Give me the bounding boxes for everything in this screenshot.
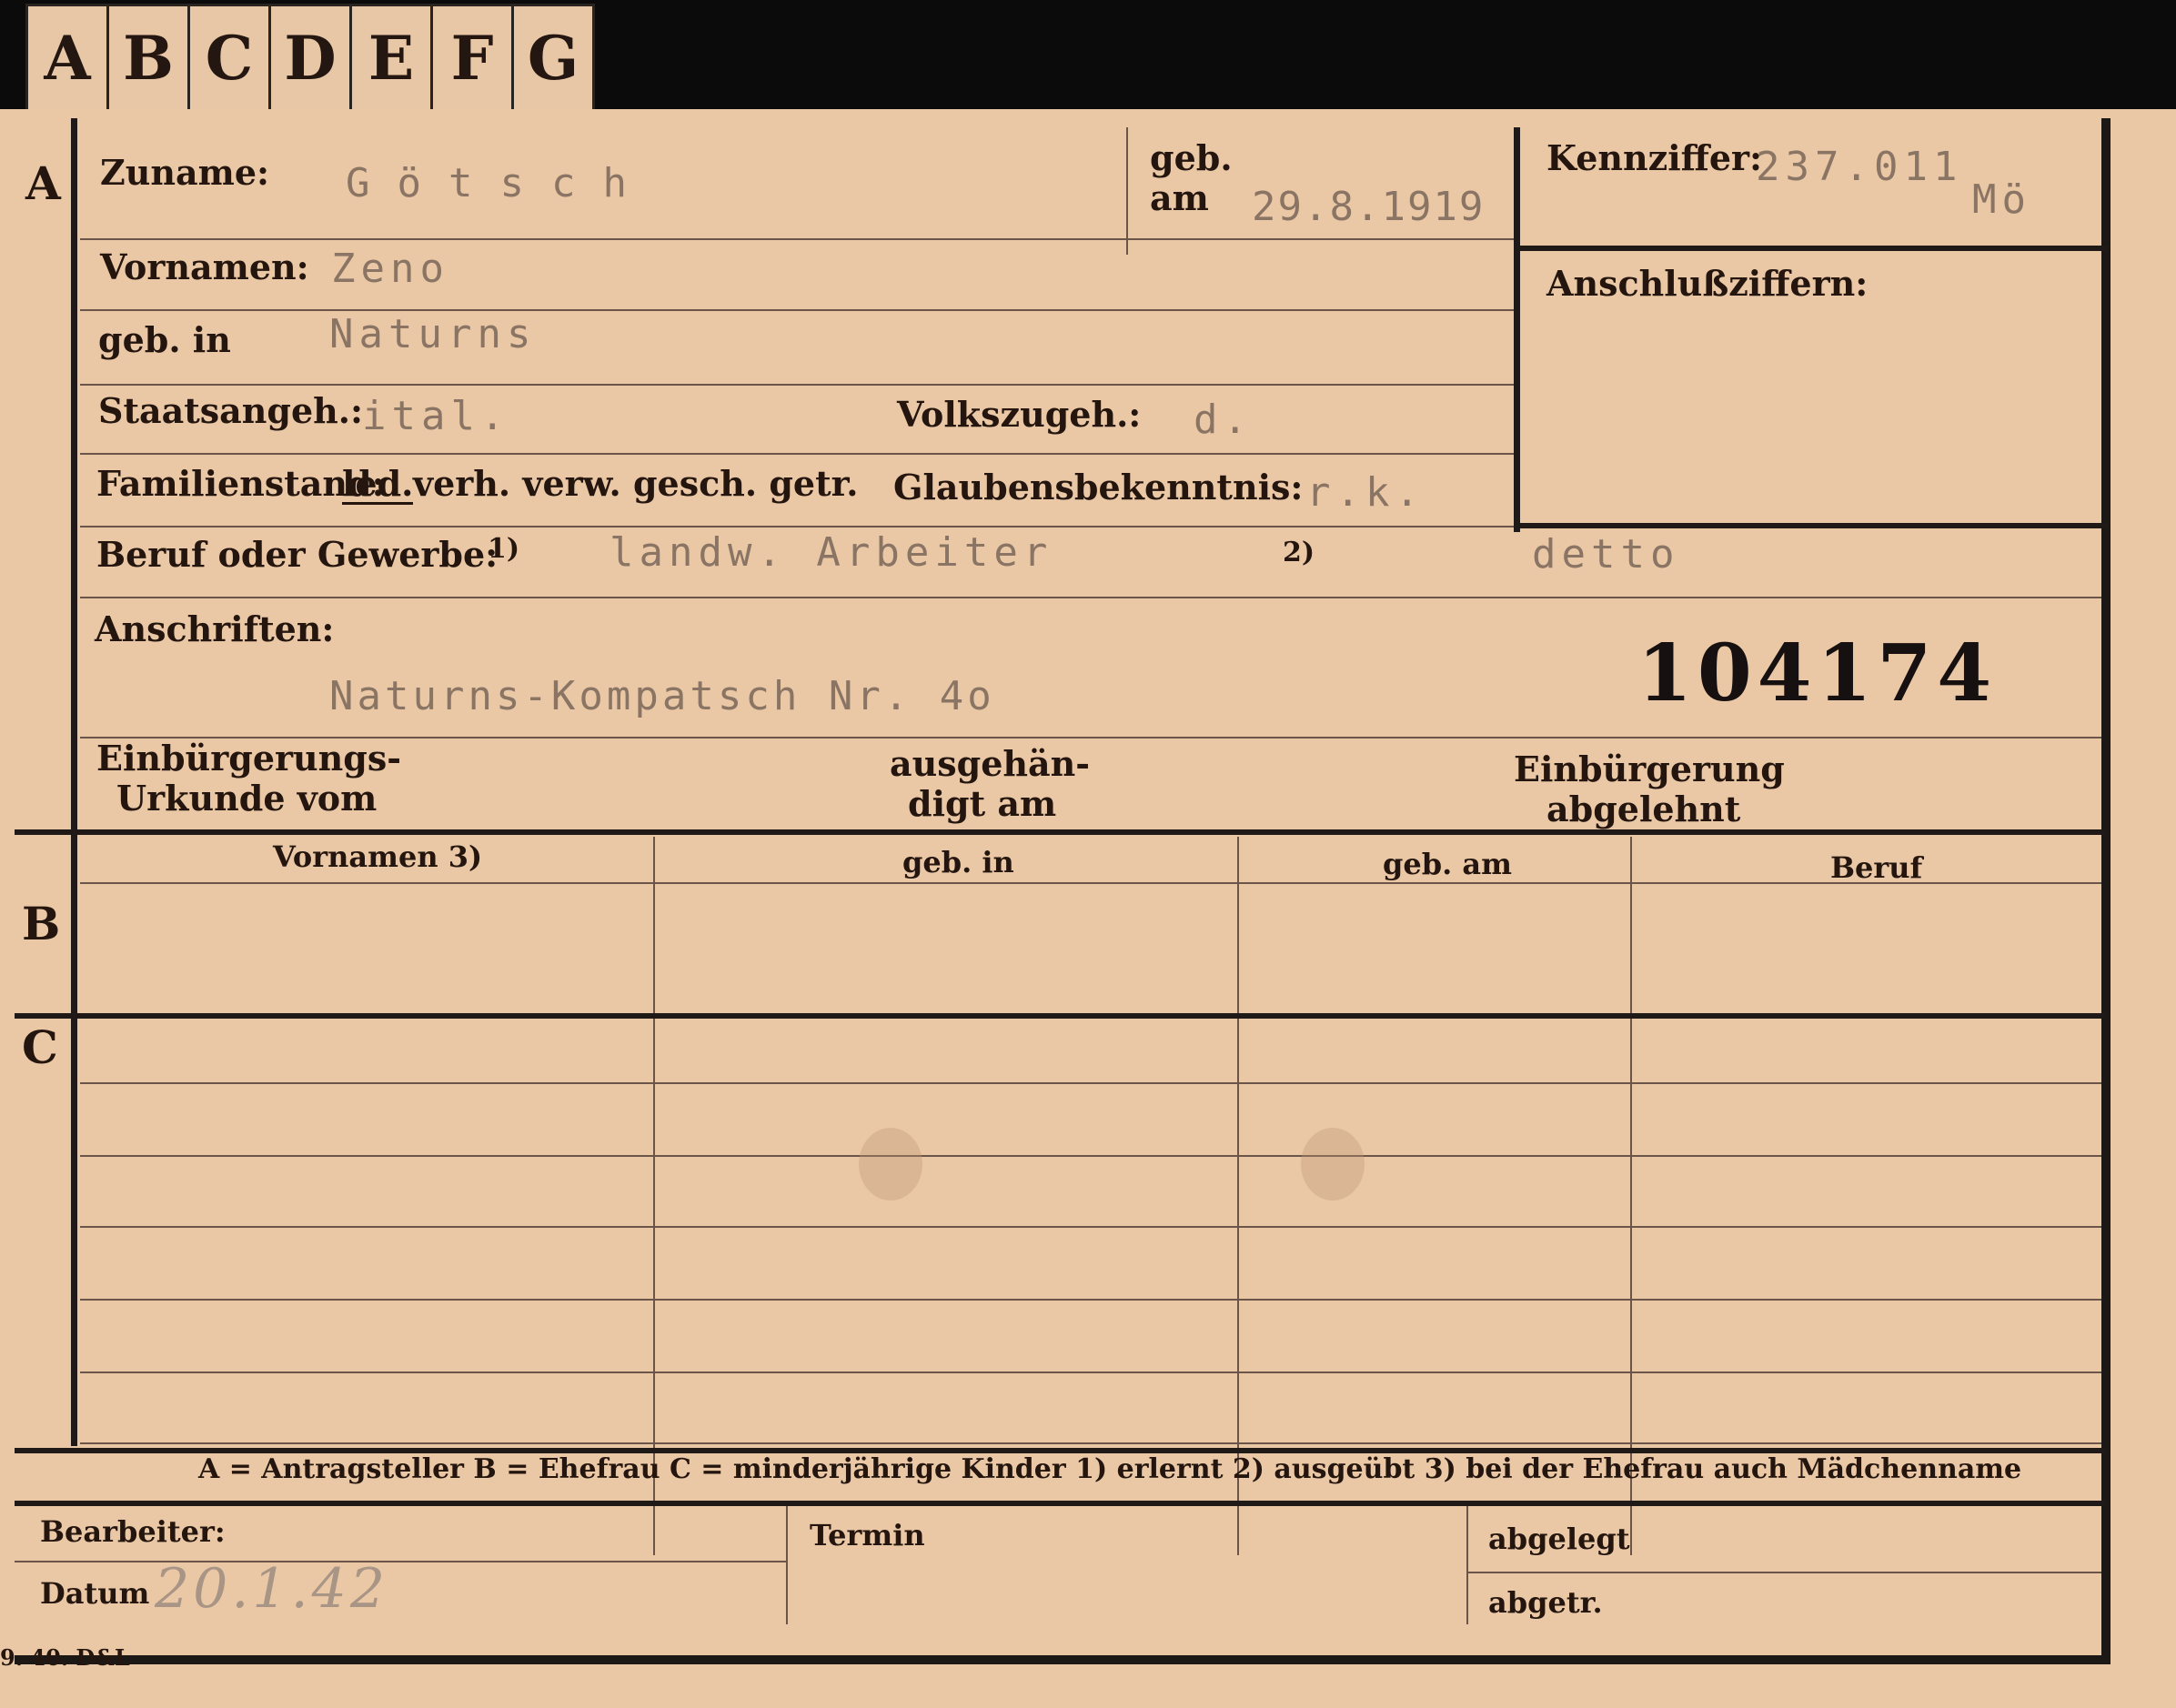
beruf-value-1: landw. Arbeiter (609, 529, 1053, 576)
index-tabs: A B C D E F G (25, 4, 595, 113)
row-line (80, 384, 1514, 386)
id-box-divider (1514, 246, 2109, 251)
register-number: 104174 (1637, 628, 1998, 719)
footer-line (15, 1561, 786, 1562)
footer-line (1466, 1572, 2101, 1573)
c-row-line (80, 1226, 2101, 1228)
stain (859, 1128, 922, 1201)
c-row-line (80, 1371, 2101, 1373)
c-row-line (80, 1155, 2101, 1157)
staat-label: Staatsangeh.: (98, 390, 364, 431)
surname-label: Zuname: (100, 152, 270, 193)
c-row-line (80, 1299, 2101, 1301)
surname-value: Götsch (346, 160, 654, 206)
ausgeh-label-1: ausgehän- (890, 743, 1091, 784)
beruf-label: Beruf oder Gewerbe: (96, 534, 499, 575)
legend-bottom (15, 1501, 2105, 1506)
id-box-left (1514, 127, 1520, 532)
abgelegt-label: abgelegt (1488, 1522, 1630, 1556)
tab-b: B (109, 6, 190, 110)
tab-d: D (271, 6, 352, 110)
bearbeiter-label: Bearbeiter: (40, 1514, 226, 1549)
tab-a: A (28, 6, 109, 110)
section-c-marker: C (22, 1020, 58, 1074)
header-line (80, 882, 2101, 884)
birth-divider (1126, 127, 1128, 255)
familienstand-selected: led. (342, 463, 414, 505)
c-row-line (80, 1082, 2101, 1084)
datum-label: Datum (40, 1576, 150, 1611)
row-line (80, 453, 1514, 455)
ausgeh-label-2: digt am (908, 783, 1057, 824)
legend: A = Antragsteller B = Ehefrau C = minder… (198, 1453, 2022, 1485)
termin-label: Termin (810, 1518, 925, 1552)
row-line (80, 597, 2101, 598)
tab-g: G (527, 23, 579, 94)
c-row-line (80, 1442, 2101, 1444)
id-box-bottom (1514, 523, 2109, 528)
beruf-mark-2: 2) (1283, 537, 1315, 568)
abgelehnt-label-2: abgelehnt (1546, 789, 1741, 829)
staat-value: ital. (362, 393, 510, 439)
section-a-marker: A (25, 156, 61, 210)
row-line (80, 238, 1514, 240)
anschluss-label: Anschlußziffern: (1546, 263, 1869, 304)
id-suffix: Mö (1972, 176, 2031, 223)
birthplace-value: Naturns (329, 311, 537, 357)
footer-divider (786, 1506, 788, 1624)
header-beruf: Beruf (1830, 850, 1923, 885)
row-line (80, 309, 1514, 311)
id-value: 237.011 (1756, 144, 1963, 190)
header-geb-in: geb. in (902, 845, 1014, 879)
beruf-value-2: detto (1532, 531, 1680, 578)
volk-value: d. (1194, 397, 1253, 443)
beruf-mark-1: 1) (488, 533, 520, 565)
einb-label-1: Einbürgerungs- (96, 738, 402, 779)
header-vornamen: Vornamen 3) (273, 839, 483, 874)
section-b-marker: B (22, 897, 61, 950)
vornamen-value: Zeno (331, 246, 449, 292)
datum-value: 20.1.42 (155, 1557, 389, 1621)
birth-date-value: 29.8.1919 (1252, 184, 1486, 230)
tab-f: F (433, 6, 514, 110)
section-b-top (15, 829, 2105, 835)
footer-divider (1466, 1506, 1468, 1624)
birth-label-am: am (1150, 177, 1209, 218)
row-line (80, 526, 1514, 527)
abget-label: abgetr. (1488, 1585, 1603, 1620)
anschriften-label: Anschriften: (95, 608, 335, 649)
id-label: Kennziffer: (1546, 137, 1763, 178)
glaube-label: Glaubensbekenntnis: (893, 467, 1304, 507)
birth-label: geb. (1150, 137, 1233, 178)
vornamen-label: Vornamen: (100, 246, 309, 287)
print-code: 9. 40. D&L (0, 1644, 130, 1671)
einb-label-2: Urkunde vom (116, 778, 378, 819)
anschriften-value: Naturns-Kompatsch Nr. 4o (329, 673, 995, 719)
familienstand-options: verh. verw. gesch. getr. (413, 463, 859, 504)
index-card: A B C Zuname: Götsch geb. am 29.8.1919 K… (0, 109, 2176, 1708)
left-rule (71, 118, 77, 1446)
header-geb-am: geb. am (1383, 847, 1512, 881)
tab-e: E (352, 6, 433, 110)
birthplace-label: geb. in (98, 319, 231, 360)
tab-c: C (190, 6, 271, 110)
volk-label: Volkszugeh.: (897, 394, 1142, 435)
section-c-top (15, 1013, 2105, 1019)
abgelehnt-label-1: Einbürgerung (1514, 749, 1785, 789)
stain (1301, 1128, 1365, 1201)
glaube-value: r.k. (1306, 469, 1425, 516)
